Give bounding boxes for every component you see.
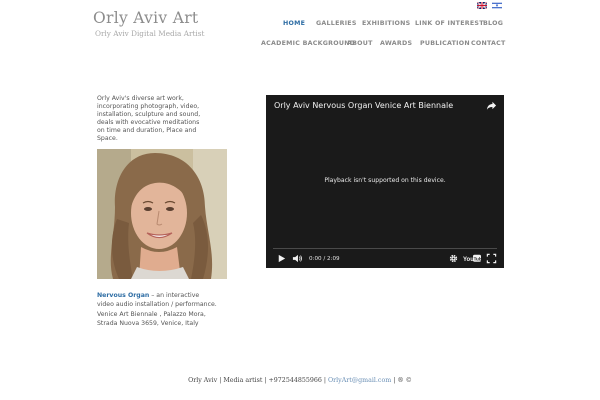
artwork-caption: Nervous Organ – an interactive video aud…: [97, 291, 217, 328]
fullscreen-icon[interactable]: [486, 253, 497, 264]
nav-publication[interactable]: PUBLICATION: [420, 40, 470, 47]
playback-message: Playback isn't supported on this device.: [324, 177, 446, 184]
nav-contact[interactable]: CONTACT: [471, 40, 506, 47]
footer-email-link[interactable]: OrlyArt@gmail.com: [328, 377, 391, 384]
youtube-logo[interactable]: You Tube: [463, 254, 481, 263]
artist-portrait: [97, 149, 227, 279]
site-tagline: Orly Aviv Digital Media Artist: [95, 29, 205, 38]
svg-text:You: You: [463, 257, 474, 263]
video-title[interactable]: Orly Aviv Nervous Organ Venice Art Bienn…: [274, 101, 453, 110]
site-footer: Orly Aviv | Media artist | +972544855966…: [0, 377, 600, 384]
artist-bio: Orly Aviv's diverse art work, incorporat…: [97, 95, 201, 143]
share-icon[interactable]: [486, 100, 497, 111]
uk-flag-icon[interactable]: [477, 2, 487, 9]
nav-about[interactable]: ABOUT: [347, 40, 373, 47]
nav-exhibitions[interactable]: EXHIBITIONS: [362, 20, 410, 27]
video-time: 0:00 / 2:09: [309, 256, 340, 262]
nervous-organ-link[interactable]: Nervous Organ: [97, 292, 149, 299]
svg-text:Tube: Tube: [474, 257, 481, 262]
play-icon[interactable]: [276, 253, 287, 264]
nav-galleries[interactable]: GALLERIES: [316, 20, 357, 27]
nav-link-of-interest[interactable]: LINK OF INTEREST: [415, 20, 484, 27]
video-progress-bar[interactable]: [273, 248, 497, 249]
nav-blog[interactable]: BLOG: [483, 20, 503, 27]
footer-contact-info: Orly Aviv | Media artist | +972544855966…: [188, 377, 328, 384]
site-title[interactable]: Orly Aviv Art: [93, 9, 198, 27]
language-switcher: [477, 2, 502, 9]
israel-flag-icon[interactable]: [492, 2, 502, 9]
footer-copyright: | ® ©: [391, 377, 412, 384]
nav-academic-background[interactable]: ACADEMIC BACKGROUND: [261, 40, 355, 47]
settings-icon[interactable]: [448, 253, 459, 264]
nav-awards[interactable]: AWARDS: [380, 40, 412, 47]
nav-home[interactable]: HOME: [283, 20, 305, 27]
volume-icon[interactable]: [292, 253, 303, 264]
video-controls: 0:00 / 2:09 You Tube: [266, 253, 504, 265]
video-player[interactable]: Orly Aviv Nervous Organ Venice Art Bienn…: [266, 95, 504, 268]
